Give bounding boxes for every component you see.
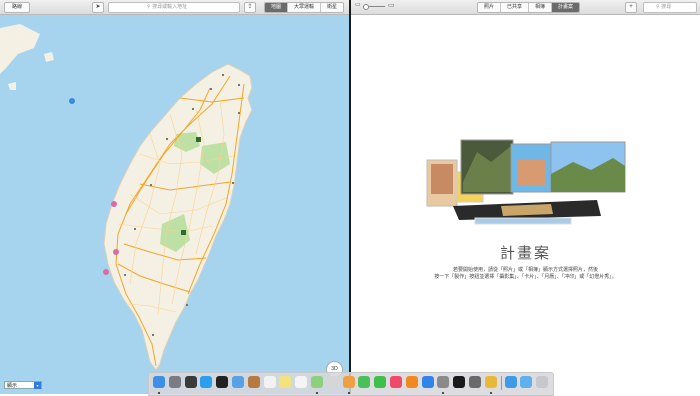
zoom-in-icon[interactable]: ▭ bbox=[388, 1, 395, 9]
photos-tabs: 照片 已共享 相簿 計畫案 bbox=[477, 2, 581, 13]
display-select[interactable]: 顯示 ▾ bbox=[4, 381, 42, 389]
location-arrow-icon: ➤ bbox=[95, 4, 101, 10]
tab-photos[interactable]: 照片 bbox=[478, 3, 501, 12]
tab-projects[interactable]: 計畫案 bbox=[551, 3, 580, 12]
park-marker[interactable] bbox=[181, 230, 186, 235]
chrome-icon[interactable] bbox=[484, 376, 497, 388]
trash-icon[interactable] bbox=[536, 376, 549, 388]
islands-west bbox=[0, 24, 40, 74]
facetime-icon[interactable] bbox=[374, 376, 387, 388]
itunes-icon[interactable] bbox=[390, 376, 402, 388]
zoom-slider[interactable] bbox=[363, 4, 385, 10]
maps-toolbar: 路線 ➤ ⚲ 搜尋或輸入地址 ⇪ 地圖 大眾運輸 衛星 bbox=[0, 0, 349, 15]
launchpad-icon[interactable] bbox=[168, 376, 181, 388]
maps-window: 路線 ➤ ⚲ 搜尋或輸入地址 ⇪ 地圖 大眾運輸 衛星 3D 顯示 ▾ bbox=[0, 0, 349, 394]
tab-albums[interactable]: 相簿 bbox=[528, 3, 552, 12]
photos-search-placeholder: 搜尋 bbox=[661, 4, 672, 10]
terminal-icon[interactable] bbox=[453, 376, 466, 388]
directions-button[interactable]: 路線 bbox=[4, 2, 30, 13]
mission-control-icon[interactable] bbox=[184, 376, 197, 388]
portrait-photo bbox=[431, 164, 453, 194]
print-strip-image bbox=[474, 217, 572, 225]
current-location-button[interactable]: ➤ bbox=[92, 2, 104, 13]
chevron-down-icon: ▾ bbox=[34, 382, 41, 389]
dock-separator bbox=[500, 376, 502, 390]
photo-booth-icon[interactable] bbox=[216, 376, 229, 388]
projects-title: 計畫案 bbox=[499, 244, 551, 262]
app-store-icon[interactable] bbox=[421, 376, 434, 388]
map-type-selector: 地圖 大眾運輸 衛星 bbox=[264, 2, 345, 13]
messages-icon[interactable] bbox=[358, 376, 371, 388]
projects-instructions-line2: 按一下「製作」按鈕並選擇「攝影集」、「卡片」、「月曆」、「冲印」或「幻燈片秀」。 bbox=[434, 274, 617, 280]
tab-shared[interactable]: 已共享 bbox=[500, 3, 529, 12]
add-button[interactable]: + bbox=[625, 2, 637, 13]
zoom-slider-knob[interactable] bbox=[363, 4, 369, 10]
downloads-folder-icon[interactable] bbox=[520, 376, 533, 388]
safari-icon[interactable] bbox=[200, 376, 213, 388]
mail-icon[interactable] bbox=[232, 376, 244, 388]
park-marker[interactable] bbox=[196, 137, 201, 142]
tab-transit[interactable]: 大眾運輸 bbox=[287, 3, 321, 12]
preview-icon[interactable] bbox=[469, 376, 481, 388]
reminders-icon[interactable] bbox=[295, 376, 308, 388]
share-button[interactable]: ⇪ bbox=[244, 2, 256, 13]
islet bbox=[8, 82, 16, 90]
share-icon: ⇪ bbox=[247, 4, 253, 10]
plus-icon: + bbox=[629, 4, 633, 10]
location-pin[interactable] bbox=[69, 98, 75, 104]
poi-marker[interactable] bbox=[111, 201, 117, 207]
tab-satellite[interactable]: 衛星 bbox=[320, 3, 344, 12]
tab-map[interactable]: 地圖 bbox=[265, 3, 288, 12]
contacts-icon[interactable] bbox=[247, 376, 260, 388]
script-editor-icon[interactable] bbox=[326, 376, 339, 388]
maps-search-placeholder: 搜尋或輸入地址 bbox=[152, 4, 188, 10]
maps-icon[interactable] bbox=[311, 376, 323, 388]
map-canvas[interactable] bbox=[0, 14, 349, 394]
zoom-out-icon[interactable]: ▭ bbox=[355, 1, 361, 8]
islet bbox=[44, 52, 54, 62]
photos-icon[interactable] bbox=[342, 376, 355, 388]
notes-icon[interactable] bbox=[279, 376, 292, 388]
search-icon: ⚲ bbox=[147, 4, 151, 10]
poi-marker[interactable] bbox=[103, 269, 109, 275]
projects-instructions-line1: 若要開始使用，請從「照片」或「相簿」顯示方式選擇照片，然後 bbox=[452, 267, 598, 273]
applications-folder-icon[interactable] bbox=[504, 376, 517, 388]
photos-search-field[interactable]: ⚲ 搜尋 bbox=[643, 2, 697, 13]
photos-window: ▭ ▭ 照片 已共享 相簿 計畫案 + ⚲ 搜尋 計畫案 若要開始使用，請從「照… bbox=[351, 0, 700, 394]
photos-toolbar: ▭ ▭ 照片 已共享 相簿 計畫案 + ⚲ 搜尋 bbox=[351, 0, 700, 15]
system-preferences-icon[interactable] bbox=[437, 376, 450, 388]
calendar-icon[interactable] bbox=[263, 376, 276, 388]
projects-illustration bbox=[426, 139, 626, 225]
display-select-value: 顯示 bbox=[7, 383, 18, 389]
finder-icon[interactable] bbox=[153, 376, 165, 388]
dock bbox=[148, 372, 554, 396]
maps-search-field[interactable]: ⚲ 搜尋或輸入地址 bbox=[108, 2, 240, 13]
search-icon: ⚲ bbox=[656, 4, 660, 10]
poi-marker[interactable] bbox=[113, 249, 119, 255]
ibooks-icon[interactable] bbox=[405, 376, 418, 388]
